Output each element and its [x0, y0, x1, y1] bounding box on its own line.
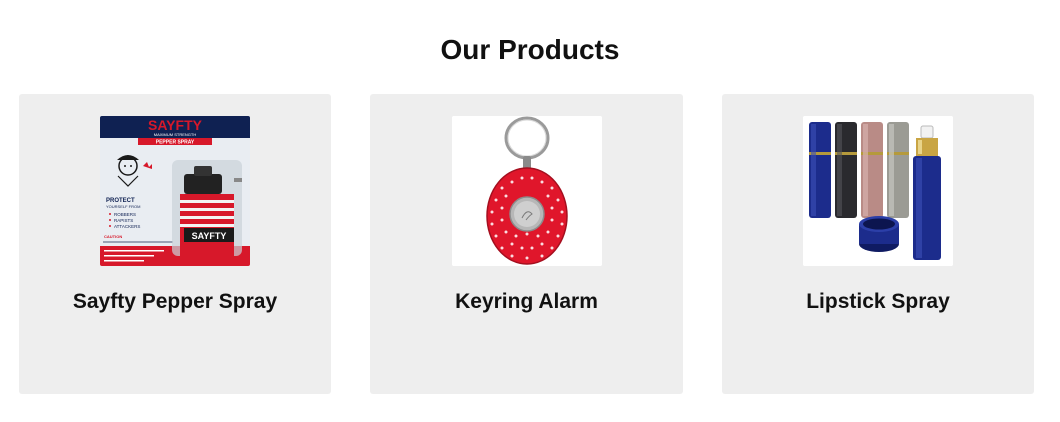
- product-name[interactable]: Sayfty Pepper Spray: [19, 290, 331, 314]
- product-name[interactable]: Lipstick Spray: [722, 290, 1034, 314]
- product-card-lipstick-spray[interactable]: Lipstick Spray: [722, 94, 1034, 394]
- package-brand-text: SAYFTY: [148, 117, 203, 133]
- canister-label-text: SAYFTY: [192, 231, 227, 241]
- package-banner-text: PEPPER SPRAY: [156, 140, 195, 146]
- pepper-spray-image[interactable]: SAYFTY MAXIMUM STRENGTH PEPPER SPRAY PRO…: [100, 116, 250, 266]
- lipstick-spray-image[interactable]: [803, 116, 953, 266]
- package-list-item: ROBBERS: [114, 212, 136, 217]
- product-grid: SAYFTY MAXIMUM STRENGTH PEPPER SPRAY PRO…: [19, 94, 1035, 394]
- keyring-alarm-image[interactable]: [451, 116, 602, 266]
- keyring-alarm-illustration: [451, 116, 602, 266]
- package-list-item: ATTACKERS: [114, 224, 140, 229]
- product-card-pepper-spray[interactable]: SAYFTY MAXIMUM STRENGTH PEPPER SPRAY PRO…: [19, 94, 331, 394]
- lipstick-spray-illustration: [803, 116, 953, 266]
- package-caution-text: CAUTION: [104, 234, 122, 239]
- package-list-item: RAPISTS: [114, 218, 133, 223]
- product-card-keyring-alarm[interactable]: Keyring Alarm: [370, 94, 683, 394]
- section-title: Our Products: [440, 34, 620, 65]
- product-name[interactable]: Keyring Alarm: [370, 290, 683, 314]
- package-subtitle-text: MAXIMUM STRENGTH: [154, 132, 197, 137]
- page: Our Products SAYFTY MAXIMUM STRENGTH PEP…: [0, 0, 1060, 422]
- pepper-spray-package-illustration: SAYFTY MAXIMUM STRENGTH PEPPER SPRAY PRO…: [100, 116, 250, 266]
- previous-section-heading-cutoff: [0, 0, 1060, 4]
- package-from-text: YOURSELF FROM: [106, 204, 140, 209]
